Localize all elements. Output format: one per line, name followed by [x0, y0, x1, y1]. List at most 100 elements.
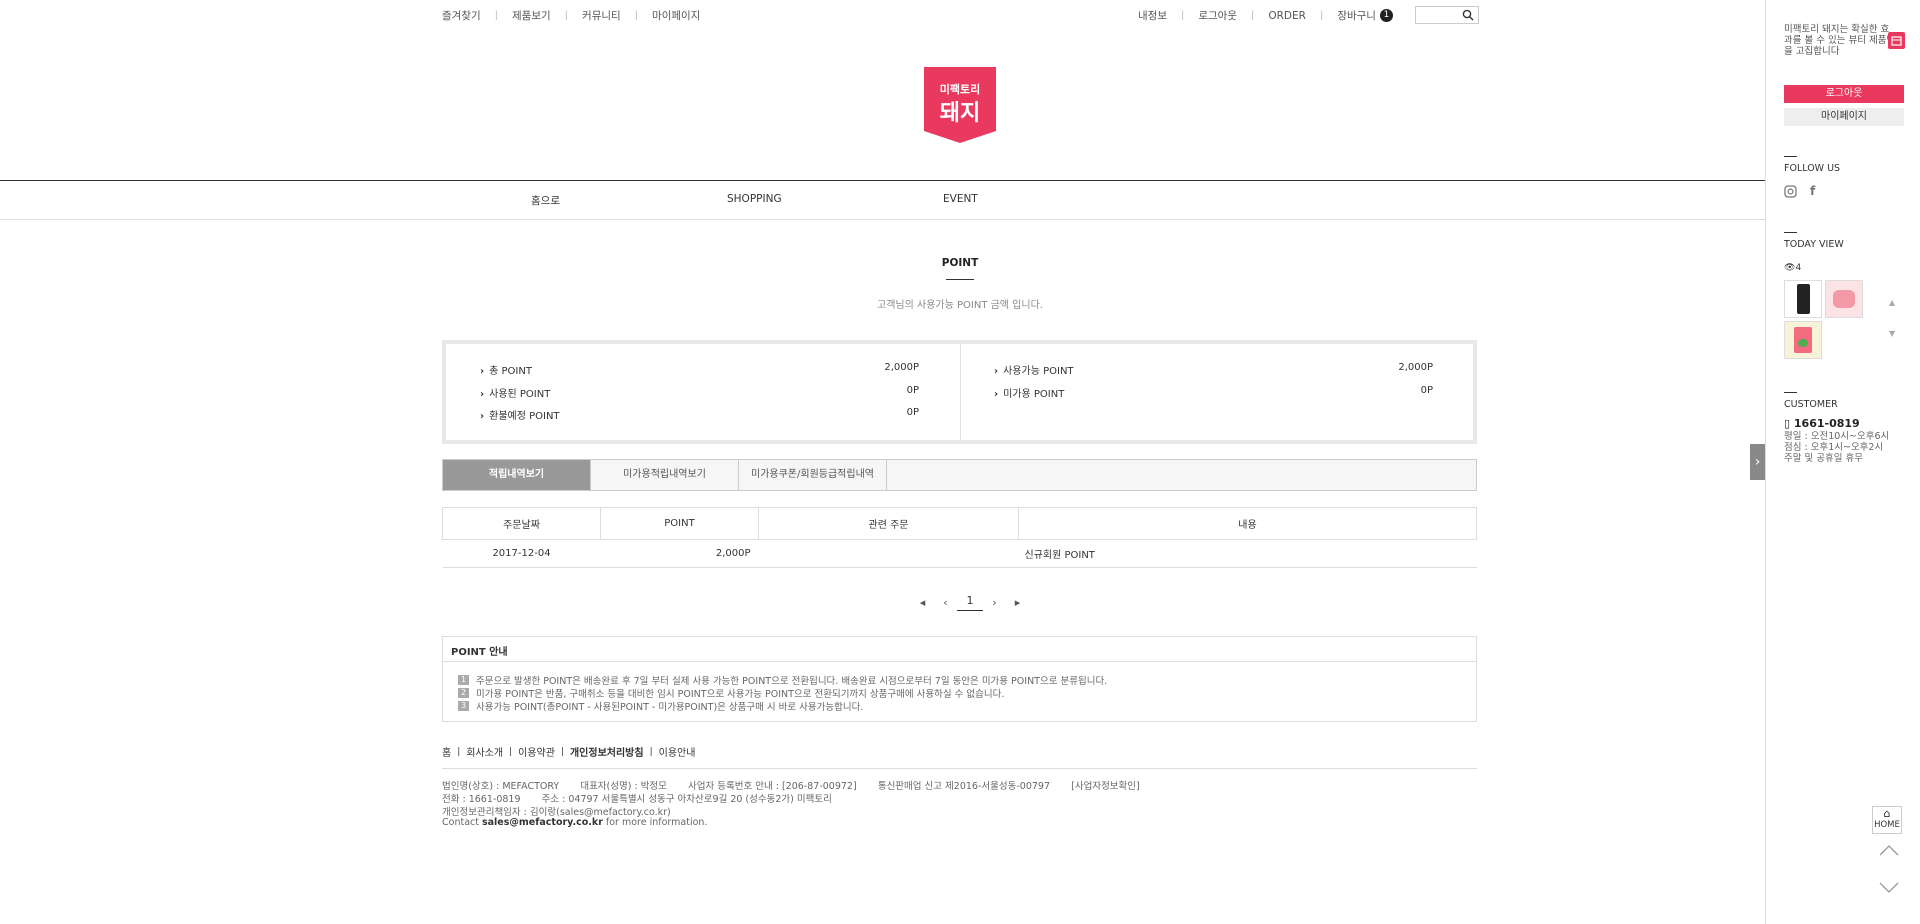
myinfo-link[interactable]: 내정보 — [1138, 8, 1167, 23]
tab-earned-history[interactable]: 적립내역보기 — [443, 460, 591, 490]
guide-item: 3 사용가능 POINT(총POINT - 사용된POINT - 미가용POINT… — [458, 699, 863, 713]
cart-count-badge: 1 — [1379, 9, 1393, 22]
page-subtitle: 고객님의 사용가능 POINT 금액 입니다. — [877, 300, 1043, 311]
guide-title: POINT 안내 — [451, 647, 508, 658]
quick-intro-text: 미팩토리 돼지는 확실한 효과를 볼 수 있는 뷰티 제품만을 고집합니다 — [1784, 24, 1896, 57]
contact-line: Contact sales@mefactory.co.kr for more i… — [442, 817, 708, 828]
tab-pending-history[interactable]: 미가용적립내역보기 — [591, 460, 739, 490]
calendar-icon[interactable] — [1888, 32, 1905, 49]
divider: | — [649, 746, 653, 757]
customer-heading: CUSTOMER — [1784, 399, 1838, 410]
pending-point-label: 미가용 POINT — [994, 385, 1064, 400]
point-summary: 총 POINT 2,000P 사용된 POINT 0P 환불예정 POINT 0… — [442, 340, 1477, 444]
divider: | — [1251, 10, 1255, 21]
page-number[interactable]: 1 — [957, 594, 983, 611]
customer-phone: ▯ 1661-0819 — [1784, 417, 1860, 430]
scroll-up-icon[interactable]: ▲ — [1889, 298, 1895, 307]
footer-divider — [442, 768, 1477, 769]
recent-product-thumb[interactable] — [1784, 280, 1822, 318]
scroll-bottom-icon[interactable] — [1879, 882, 1899, 897]
prev-page-icon[interactable]: ‹ — [934, 596, 957, 609]
cell-order[interactable] — [758, 539, 1019, 568]
nav-bottom-border — [0, 219, 1765, 220]
recent-product-thumb[interactable] — [1784, 321, 1822, 359]
footer-guide-link[interactable]: 이용안내 — [659, 744, 696, 759]
nav-shopping[interactable]: SHOPPING — [727, 193, 782, 205]
available-point-value: 2,000P — [1398, 362, 1433, 373]
products-link[interactable]: 제품보기 — [512, 8, 551, 23]
divider: | — [564, 10, 569, 21]
mypage-link[interactable]: 마이페이지 — [652, 8, 700, 23]
today-view-heading: TODAY VIEW — [1784, 239, 1844, 250]
refund-point-label: 환불예정 POINT — [480, 407, 560, 422]
cart-link[interactable]: 장바구니 — [1337, 8, 1376, 23]
available-point-label: 사용가능 POINT — [994, 362, 1074, 377]
next-page-icon[interactable]: › — [983, 596, 1006, 609]
bookmark-link[interactable]: 즐겨찾기 — [442, 8, 481, 23]
guide-text: 사용가능 POINT(총POINT - 사용된POINT - 미가용POINT)… — [476, 702, 864, 713]
table-header-row: 주문날짜 POINT 관련 주문 내용 — [442, 507, 1477, 540]
guide-number: 3 — [458, 701, 469, 711]
divider: | — [560, 746, 564, 757]
footer-about-link[interactable]: 회사소개 — [466, 744, 503, 759]
contact-email[interactable]: sales@mefactory.co.kr — [482, 817, 603, 828]
logout-link[interactable]: 로그아웃 — [1198, 8, 1237, 23]
footer-terms-link[interactable]: 이용약관 — [518, 744, 555, 759]
summary-divider — [960, 344, 961, 440]
used-point-label: 사용된 POINT — [480, 385, 550, 400]
last-page-icon[interactable]: ▸ — [1006, 596, 1029, 609]
divider: | — [1180, 10, 1185, 21]
nav-event[interactable]: EVENT — [943, 193, 978, 205]
refund-point-value: 0P — [906, 407, 919, 418]
table-row: 2017-12-04 2,000P 신규회원 POINT — [442, 539, 1477, 568]
cell-point: 2,000P — [600, 539, 759, 568]
guide-number: 1 — [458, 675, 469, 685]
view-count: 👁4 — [1784, 263, 1802, 273]
search-icon[interactable] — [1462, 9, 1474, 21]
pending-point-value: 0P — [1420, 385, 1433, 396]
title-underline — [946, 279, 974, 280]
search-input[interactable] — [1415, 6, 1479, 24]
quick-panel-toggle[interactable]: › — [1750, 444, 1765, 480]
used-point-value: 0P — [906, 385, 919, 396]
footer-privacy-link[interactable]: 개인정보처리방침 — [570, 744, 644, 759]
tab-coupon-history[interactable]: 미가용쿠폰/회원등급적립내역 — [739, 460, 887, 490]
cell-date: 2017-12-04 — [442, 539, 601, 568]
logout-button[interactable]: 로그아웃 — [1784, 85, 1904, 103]
phone-icon: ▯ — [1784, 417, 1791, 430]
footer-home-link[interactable]: 홈 — [442, 744, 451, 759]
section-marker — [1784, 232, 1797, 233]
point-guide: POINT 안내 1 주문으로 발생한 POINT은 배송완료 후 7일 부터 실… — [442, 636, 1477, 722]
col-point: POINT — [600, 507, 759, 540]
guide-item: 2 미가용 POINT은 반품, 구매취소 등을 대비한 임시 POINT으로 사… — [458, 686, 1004, 700]
home-button[interactable]: ⌂ HOME — [1872, 806, 1902, 834]
col-order-date: 주문날짜 — [442, 507, 601, 540]
divider: | — [1319, 10, 1324, 21]
divider: | — [457, 746, 461, 757]
recent-product-thumb[interactable] — [1825, 280, 1863, 318]
total-point-label: 총 POINT — [480, 362, 532, 377]
nav-home[interactable]: 홈으로 — [531, 193, 560, 208]
guide-item: 1 주문으로 발생한 POINT은 배송완료 후 7일 부터 실제 사용 가능한 … — [458, 673, 1107, 687]
section-marker — [1784, 156, 1797, 157]
history-tabs: 적립내역보기 미가용적립내역보기 미가용쿠폰/회원등급적립내역 — [442, 459, 1477, 491]
scroll-down-icon[interactable]: ▼ — [1889, 329, 1895, 338]
brand-logo[interactable]: 미팩토리 돼지 — [924, 67, 996, 143]
page-title: POINT — [941, 257, 979, 269]
guide-number: 2 — [458, 688, 469, 698]
facebook-icon[interactable]: f — [1810, 184, 1815, 198]
first-page-icon[interactable]: ◂ — [911, 596, 934, 609]
order-link[interactable]: ORDER — [1268, 10, 1306, 22]
mypage-button[interactable]: 마이페이지 — [1784, 108, 1904, 126]
footer-links: 홈 | 회사소개 | 이용약관 | 개인정보처리방침 | 이용안내 — [442, 744, 696, 760]
privacy-officer: 개인정보관리책임자 : 김이랑(sales@mefactory.co.kr) — [442, 807, 671, 818]
scroll-top-icon[interactable] — [1879, 844, 1899, 859]
divider: | — [509, 746, 513, 757]
pagination: ◂ ‹ 1 › ▸ — [911, 594, 1029, 611]
instagram-icon[interactable] — [1784, 185, 1797, 201]
community-link[interactable]: 커뮤니티 — [582, 8, 621, 23]
guide-divider — [443, 661, 1476, 662]
divider: | — [494, 10, 499, 21]
nav-top-border — [0, 180, 1765, 181]
follow-us-heading: FOLLOW US — [1784, 163, 1841, 174]
